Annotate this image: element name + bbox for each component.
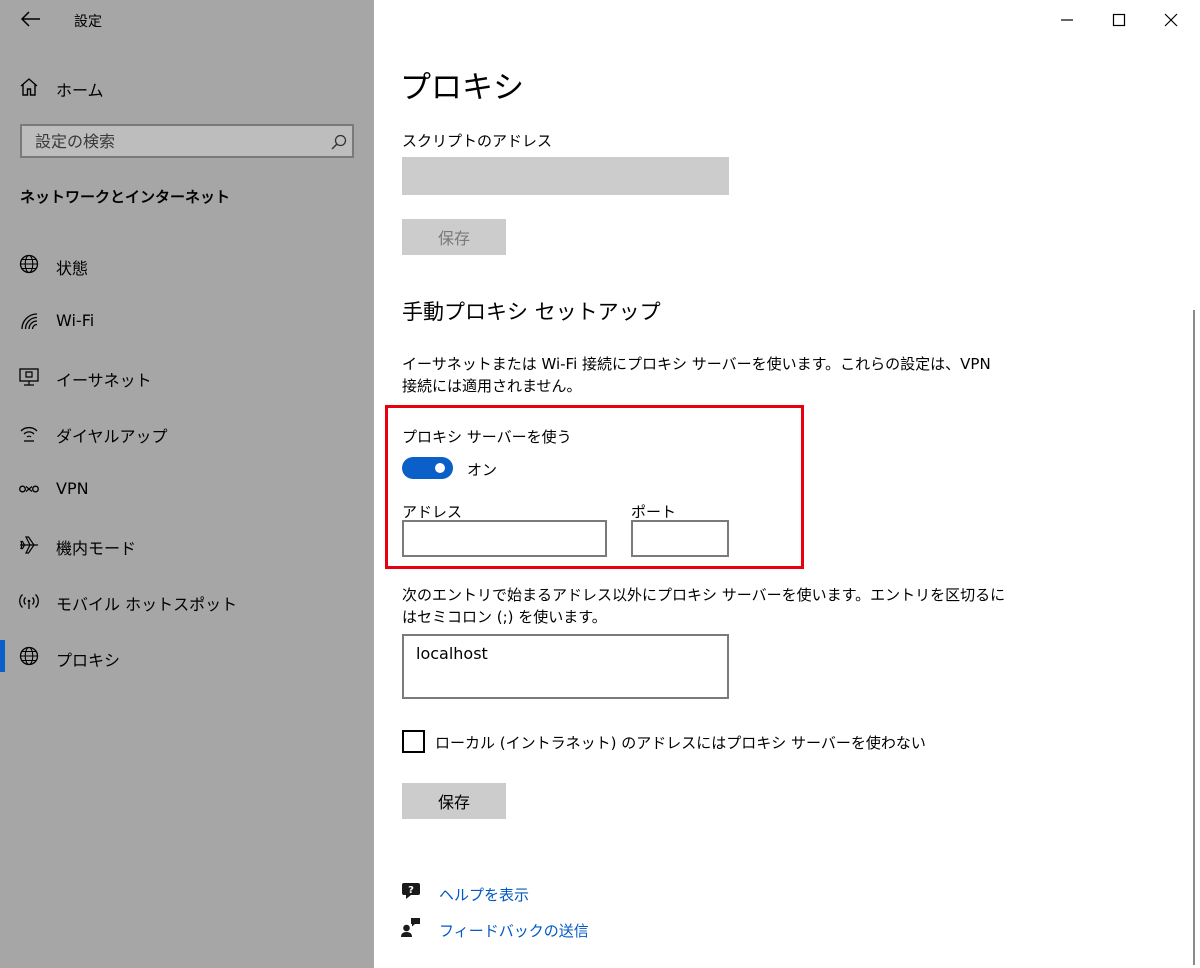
toggle-state-label: オン [467,461,498,479]
script-save-button[interactable]: 保存 [402,219,506,255]
sidebar-item-label: モバイル ホットスポット [56,595,238,614]
proxy-address-input[interactable] [402,520,607,557]
sidebar-item-ethernet[interactable]: イーサネット [0,360,374,394]
minimize-icon[interactable] [1053,6,1081,34]
feedback-link[interactable]: フィードバックの送信 [439,920,589,941]
sidebar-item-mobile-hotspot[interactable]: モバイル ホットスポット [0,584,374,618]
exceptions-description-line1: 次のエントリで始まるアドレス以外にプロキシ サーバーを使います。エントリを区切る… [402,586,1006,604]
page-title: プロキシ [400,70,524,106]
back-arrow-icon[interactable] [18,8,44,30]
close-icon[interactable] [1157,6,1185,34]
sidebar-item-label: ダイヤルアップ [56,427,168,446]
manual-description-line1: イーサネットまたは Wi-Fi 接続にプロキシ サーバーを使います。これらの設定… [402,355,991,373]
ethernet-icon [19,368,39,386]
port-label: ポート [631,503,677,521]
proxy-port-input[interactable] [631,520,729,557]
sidebar-item-airplane-mode[interactable]: 機内モード [0,528,374,562]
maximize-icon[interactable] [1105,6,1133,34]
sidebar-home-label: ホーム [56,81,104,100]
sidebar-home[interactable]: ホーム [0,70,374,104]
use-proxy-toggle[interactable] [402,457,453,479]
sidebar-item-label: プロキシ [56,651,121,670]
sidebar-section-title: ネットワークとインターネット [20,188,231,206]
airplane-icon [20,536,38,554]
help-link[interactable]: ヘルプを表示 [439,884,529,905]
main-content: プロキシ スクリプトのアドレス 保存 手動プロキシ セットアップ イーサネットま… [374,0,1200,968]
hotspot-icon [19,594,39,609]
sidebar: 設定 ホーム ネットワークとインターネット 状態 Wi-Fi [0,0,374,968]
vpn-icon [19,485,39,493]
search-box[interactable] [20,124,354,158]
script-address-input[interactable] [402,157,729,195]
sidebar-item-label: VPN [56,479,89,498]
globe-icon [19,646,39,666]
toggle-knob [435,463,445,473]
exceptions-value: localhost [416,644,488,663]
home-icon [20,78,38,96]
sidebar-item-label: イーサネット [56,371,152,390]
use-proxy-label: プロキシ サーバーを使う [402,428,572,446]
sidebar-item-label: 機内モード [56,539,137,558]
sidebar-item-wifi[interactable]: Wi-Fi [0,304,374,338]
help-icon: ? [402,883,420,899]
globe-icon [19,254,39,274]
address-label: アドレス [402,503,463,521]
feedback-icon [401,918,420,937]
local-bypass-label: ローカル (イントラネット) のアドレスにはプロキシ サーバーを使わない [435,734,926,752]
manual-description-line2: 接続には適用されません。 [402,377,582,395]
sidebar-item-label: 状態 [56,259,89,278]
sidebar-item-status[interactable]: 状態 [0,248,374,282]
window-title: 設定 [74,14,102,30]
sidebar-item-proxy[interactable]: プロキシ [0,640,374,674]
sidebar-item-dialup[interactable]: ダイヤルアップ [0,416,374,450]
sidebar-item-vpn[interactable]: VPN [0,472,374,506]
manual-save-button[interactable]: 保存 [402,783,506,819]
sidebar-item-label: Wi-Fi [56,311,95,330]
search-icon[interactable] [330,133,348,151]
svg-text:?: ? [408,885,414,896]
script-address-label: スクリプトのアドレス [402,132,553,150]
scrollbar[interactable] [1193,310,1195,965]
exceptions-description-line2: はセミコロン (;) を使います。 [402,608,607,626]
search-input[interactable] [22,126,325,156]
dialup-icon [20,426,38,442]
manual-setup-heading: 手動プロキシ セットアップ [402,300,661,324]
exceptions-textarea[interactable]: localhost [402,634,729,699]
wifi-icon [21,313,38,330]
local-bypass-checkbox[interactable] [402,730,425,753]
